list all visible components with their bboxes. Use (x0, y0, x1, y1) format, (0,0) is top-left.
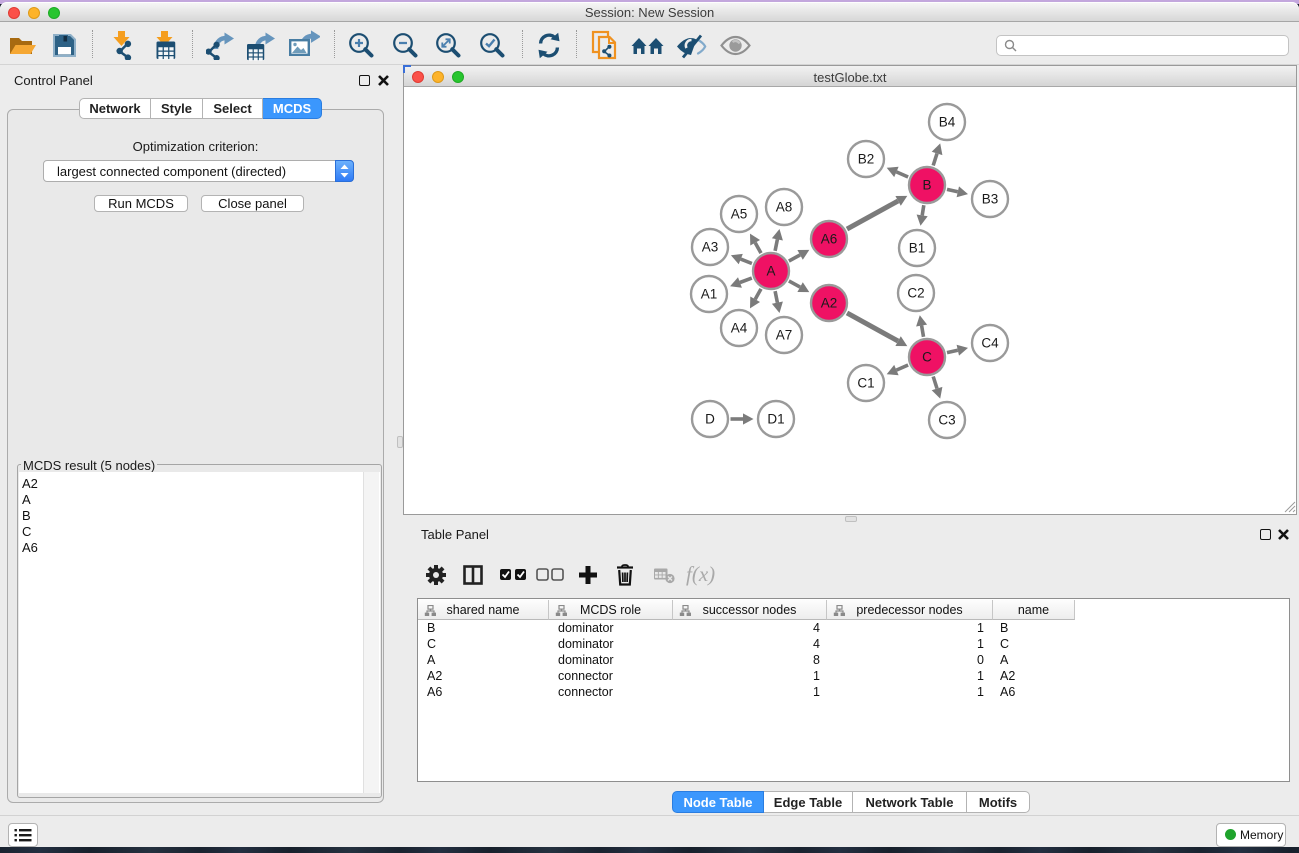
svg-text:C: C (922, 350, 932, 365)
svg-text:B1: B1 (909, 241, 926, 256)
svg-text:A1: A1 (701, 287, 718, 302)
svg-text:D1: D1 (767, 412, 784, 427)
svg-text:A: A (766, 264, 775, 279)
svg-text:A5: A5 (731, 207, 748, 222)
svg-text:A6: A6 (821, 232, 838, 247)
svg-text:C4: C4 (981, 336, 999, 351)
svg-text:B: B (922, 178, 931, 193)
svg-text:A3: A3 (702, 240, 719, 255)
svg-text:B2: B2 (858, 152, 875, 167)
svg-text:B3: B3 (982, 192, 999, 207)
svg-text:A4: A4 (731, 321, 748, 336)
svg-text:B4: B4 (939, 115, 956, 130)
svg-text:C2: C2 (907, 286, 924, 301)
svg-text:A7: A7 (776, 328, 793, 343)
svg-text:C3: C3 (938, 413, 955, 428)
svg-text:C1: C1 (857, 376, 874, 391)
svg-text:A2: A2 (821, 296, 838, 311)
svg-text:D: D (705, 412, 715, 427)
svg-text:A8: A8 (776, 200, 793, 215)
